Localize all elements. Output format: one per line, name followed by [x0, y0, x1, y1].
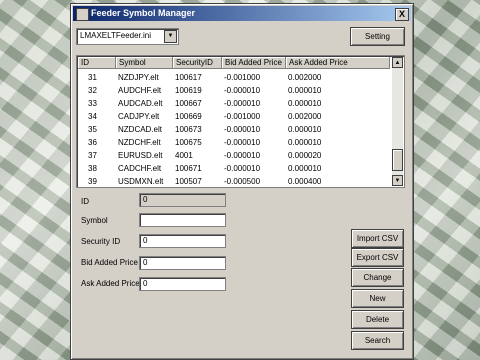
cell-id: 38	[88, 164, 97, 173]
cell-security-id: 4001	[175, 151, 193, 160]
cell-bid-added-price: -0.000010	[224, 86, 261, 95]
cell-bid-added-price: -0.000500	[224, 177, 261, 186]
cell-symbol: CADJPY.elt	[118, 112, 160, 121]
bid-added-price-field[interactable]: 0	[139, 256, 226, 270]
column-header-bid-added-price[interactable]: Bid Added Price	[222, 57, 286, 69]
cell-bid-added-price: -0.000010	[224, 164, 261, 173]
export-csv-button[interactable]: Export CSV	[351, 248, 404, 267]
symbol-table[interactable]: ID Symbol SecurityID Bid Added Price Ask…	[76, 55, 405, 188]
chevron-down-icon[interactable]: ▼	[164, 30, 177, 43]
cell-ask-added-price: 0.002000	[288, 112, 322, 121]
ask-added-price-field[interactable]: 0	[139, 277, 226, 291]
cell-ask-added-price: 0.000400	[288, 177, 322, 186]
cell-id: 32	[88, 86, 97, 95]
cell-id: 37	[88, 151, 97, 160]
title-bar[interactable]: Feeder Symbol Manager X	[73, 6, 411, 21]
cell-symbol: EURUSD.elt	[118, 151, 163, 160]
symbol-field[interactable]	[139, 213, 226, 227]
table-row[interactable]: 32 AUDCHF.elt 100619 -0.000010 0.000010	[78, 84, 390, 97]
cell-ask-added-price: 0.000010	[288, 164, 322, 173]
close-button[interactable]: X	[395, 8, 409, 21]
setting-button[interactable]: Setting	[350, 27, 405, 46]
cell-bid-added-price: -0.000010	[224, 151, 261, 160]
change-button[interactable]: Change	[351, 268, 404, 287]
security-id-label: Security ID	[81, 237, 121, 246]
cell-bid-added-price: -0.000010	[224, 138, 261, 147]
cell-ask-added-price: 0.002000	[288, 73, 322, 82]
table-row[interactable]: 36 NZDCHF.elt 100675 -0.000010 0.000010	[78, 136, 390, 149]
cell-security-id: 100671	[175, 164, 202, 173]
column-header-security-id[interactable]: SecurityID	[173, 57, 222, 69]
cell-bid-added-price: -0.000010	[224, 125, 261, 134]
cell-id: 33	[88, 99, 97, 108]
feeder-select-value: LMAXELTFeeder.ini	[80, 31, 151, 40]
cell-symbol: NZDCAD.elt	[118, 125, 163, 134]
cell-security-id: 100675	[175, 138, 202, 147]
cell-symbol: AUDCAD.elt	[118, 99, 163, 108]
column-header-ask-added-price[interactable]: Ask Added Price	[286, 57, 390, 69]
feeder-select[interactable]: LMAXELTFeeder.ini ▼	[76, 28, 179, 45]
cell-id: 36	[88, 138, 97, 147]
cell-security-id: 100617	[175, 73, 202, 82]
cell-security-id: 100667	[175, 99, 202, 108]
cell-symbol: NZDJPY.elt	[118, 73, 159, 82]
import-csv-button[interactable]: Import CSV	[351, 229, 404, 248]
column-header-id[interactable]: ID	[78, 57, 116, 69]
cell-security-id: 100673	[175, 125, 202, 134]
table-row[interactable]: 39 USDMXN.elt 100507 -0.000500 0.000400	[78, 175, 390, 187]
cell-symbol: NZDCHF.elt	[118, 138, 161, 147]
window-title: Feeder Symbol Manager	[91, 8, 196, 18]
cell-symbol: CADCHF.elt	[118, 164, 162, 173]
cell-ask-added-price: 0.000010	[288, 138, 322, 147]
cell-bid-added-price: -0.001000	[224, 73, 261, 82]
new-button[interactable]: New	[351, 289, 404, 308]
id-field: 0	[139, 193, 226, 207]
bid-added-price-label: Bid Added Price	[81, 258, 138, 267]
scroll-up-icon[interactable]: ▲	[392, 57, 403, 68]
table-row[interactable]: 34 CADJPY.elt 100669 -0.001000 0.002000	[78, 110, 390, 123]
feeder-symbol-manager-window: Feeder Symbol Manager X LMAXELTFeeder.in…	[70, 3, 414, 360]
cell-ask-added-price: 0.000020	[288, 151, 322, 160]
vertical-scrollbar[interactable]: ▲ ▼	[392, 57, 403, 186]
delete-button[interactable]: Delete	[351, 310, 404, 329]
cell-ask-added-price: 0.000010	[288, 99, 322, 108]
cell-security-id: 100619	[175, 86, 202, 95]
ask-added-price-label: Ask Added Price	[81, 279, 140, 288]
scroll-thumb[interactable]	[392, 148, 403, 171]
symbol-label: Symbol	[81, 216, 108, 225]
cell-ask-added-price: 0.000010	[288, 86, 322, 95]
cell-security-id: 100507	[175, 177, 202, 186]
cell-id: 34	[88, 112, 97, 121]
security-id-field[interactable]: 0	[139, 234, 226, 248]
table-row[interactable]: 38 CADCHF.elt 100671 -0.000010 0.000010	[78, 162, 390, 175]
cell-ask-added-price: 0.000010	[288, 125, 322, 134]
cell-bid-added-price: -0.001000	[224, 112, 261, 121]
table-row[interactable]: 35 NZDCAD.elt 100673 -0.000010 0.000010	[78, 123, 390, 136]
table-row[interactable]: 31 NZDJPY.elt 100617 -0.001000 0.002000	[78, 71, 390, 84]
cell-symbol: USDMXN.elt	[118, 177, 164, 186]
cell-id: 31	[88, 73, 97, 82]
table-header: ID Symbol SecurityID Bid Added Price Ask…	[78, 57, 390, 69]
app-icon	[76, 8, 89, 21]
cell-id: 35	[88, 125, 97, 134]
cell-symbol: AUDCHF.elt	[118, 86, 162, 95]
column-header-symbol[interactable]: Symbol	[116, 57, 173, 69]
table-row[interactable]: 33 AUDCAD.elt 100667 -0.000010 0.000010	[78, 97, 390, 110]
cell-bid-added-price: -0.000010	[224, 99, 261, 108]
table-row[interactable]: 37 EURUSD.elt 4001 -0.000010 0.000020	[78, 149, 390, 162]
id-label: ID	[81, 197, 89, 206]
search-button[interactable]: Search	[351, 331, 404, 350]
cell-id: 39	[88, 177, 97, 186]
cell-security-id: 100669	[175, 112, 202, 121]
scroll-down-icon[interactable]: ▼	[392, 175, 403, 186]
